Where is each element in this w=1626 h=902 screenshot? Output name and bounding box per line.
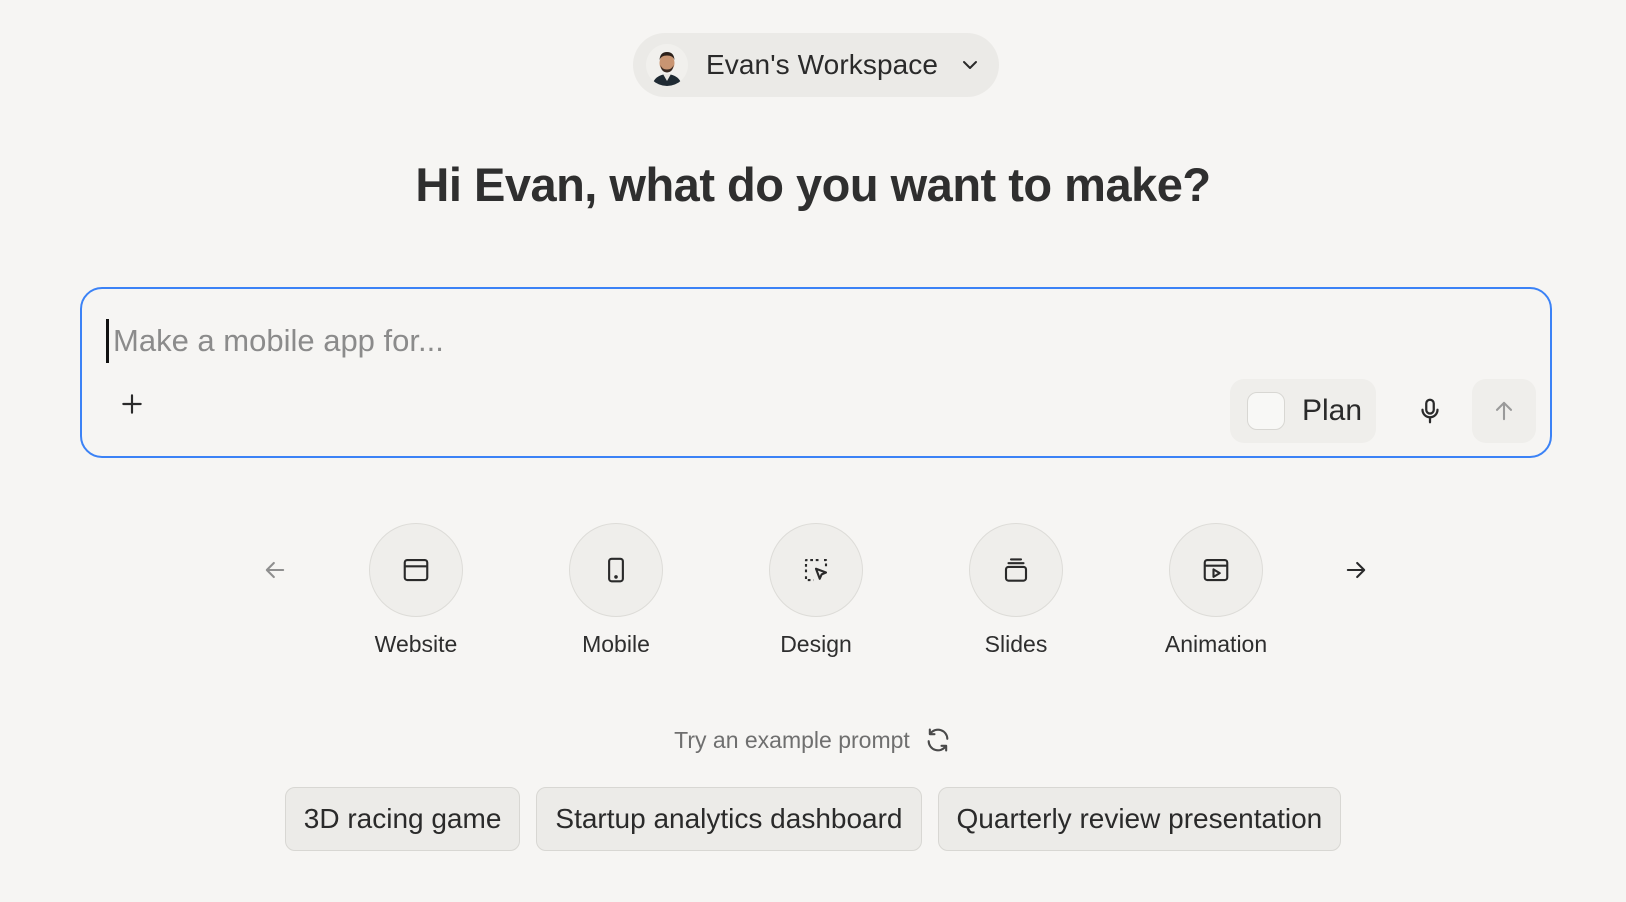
prompt-box: Plan	[80, 287, 1552, 458]
example-chip[interactable]: Quarterly review presentation	[937, 787, 1342, 851]
type-design[interactable]: Design	[746, 523, 886, 658]
type-mobile-circle[interactable]	[569, 523, 663, 617]
carousel-prev-button[interactable]	[259, 554, 291, 586]
type-slides-circle[interactable]	[969, 523, 1063, 617]
plan-toggle[interactable]: Plan	[1230, 379, 1376, 443]
prompt-input[interactable]	[106, 319, 1513, 363]
arrow-left-icon	[265, 561, 285, 579]
play-window-icon	[1203, 558, 1229, 582]
page-title: Hi Evan, what do you want to make?	[415, 158, 1211, 211]
type-mobile[interactable]: Mobile	[546, 523, 686, 658]
type-design-label: Design	[780, 631, 852, 657]
add-attachment-button[interactable]	[112, 384, 152, 424]
type-website[interactable]: Website	[346, 523, 486, 658]
type-slides-label: Slides	[984, 631, 1048, 657]
type-website-label: Website	[374, 631, 458, 657]
microphone-button[interactable]	[1404, 385, 1456, 437]
example-chips: 3D racing game Startup analytics dashboa…	[0, 787, 1626, 851]
example-chip[interactable]: Startup analytics dashboard	[536, 787, 922, 851]
type-website-circle[interactable]	[369, 523, 463, 617]
plus-icon	[122, 394, 142, 414]
example-prompt-heading: Try an example prompt	[674, 726, 910, 753]
type-animation-label: Animation	[1164, 631, 1268, 657]
browser-window-icon	[403, 558, 429, 582]
refresh-icon[interactable]	[924, 726, 952, 754]
send-button[interactable]	[1472, 379, 1536, 443]
arrow-up-icon	[1495, 401, 1513, 421]
type-design-circle[interactable]	[769, 523, 863, 617]
carousel-next-button[interactable]	[1340, 554, 1372, 586]
example-chip[interactable]: 3D racing game	[284, 787, 521, 851]
microphone-icon	[1421, 398, 1439, 424]
arrow-right-icon	[1346, 561, 1366, 579]
plan-label: Plan	[1302, 394, 1363, 427]
stacked-slides-icon	[1004, 558, 1028, 582]
workspace-switcher[interactable]: Evan's Workspace	[633, 33, 999, 97]
user-avatar	[646, 44, 688, 86]
type-animation[interactable]: Animation	[1146, 523, 1286, 658]
type-slides[interactable]: Slides	[946, 523, 1086, 658]
type-mobile-label: Mobile	[582, 631, 650, 657]
type-animation-circle[interactable]	[1169, 523, 1263, 617]
plan-checkbox[interactable]	[1247, 392, 1285, 430]
chevron-down-icon	[963, 61, 978, 69]
example-prompt-header: Try an example prompt	[0, 726, 1626, 754]
dashed-cursor-select-icon	[804, 558, 828, 582]
mobile-phone-icon	[608, 557, 624, 583]
workspace-name: Evan's Workspace	[706, 49, 939, 80]
